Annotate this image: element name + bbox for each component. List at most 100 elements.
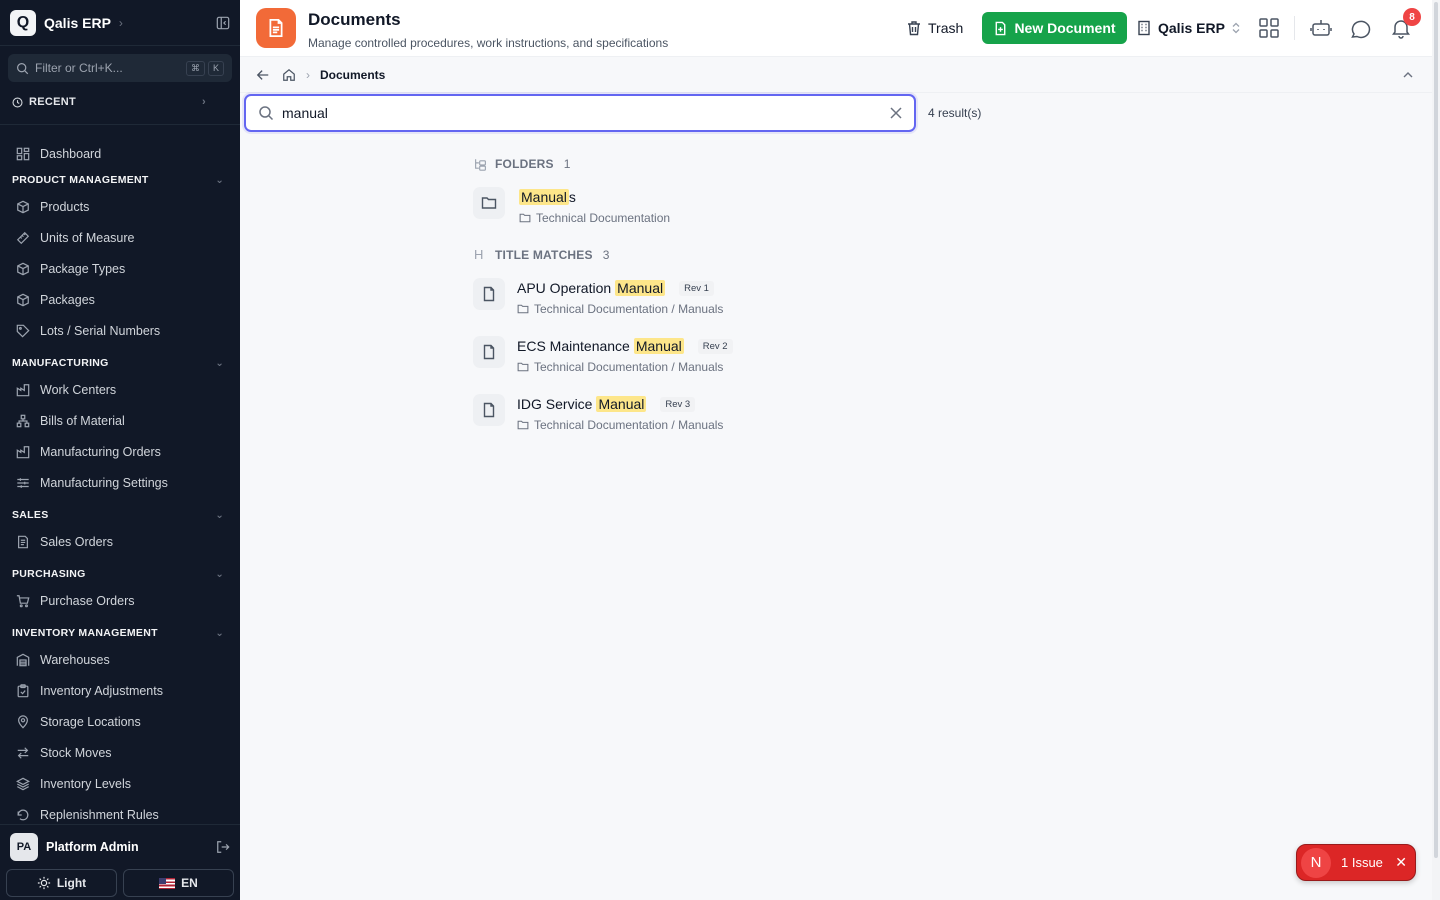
sidebar-item-packages[interactable]: Packages — [0, 284, 240, 315]
close-icon[interactable]: ✕ — [1395, 854, 1407, 871]
folder-icon — [517, 362, 529, 372]
sidebar-item-manufacturing-orders[interactable]: Manufacturing Orders — [0, 436, 240, 467]
trash-button[interactable]: Trash — [906, 16, 963, 40]
title-rest: s — [568, 189, 576, 205]
user-menu[interactable]: PA Platform Admin — [0, 829, 240, 865]
new-document-button[interactable]: New Document — [982, 12, 1127, 44]
clear-icon[interactable] — [890, 107, 902, 119]
sidebar-item-inventory-adjustments[interactable]: Inventory Adjustments — [0, 675, 240, 706]
path-text: Technical Documentation — [536, 211, 671, 225]
notification-badge: 8 — [1403, 8, 1421, 26]
refresh-icon — [17, 809, 29, 820]
section-manufacturing[interactable]: MANUFACTURING ⌄ — [0, 352, 240, 374]
trash-icon — [908, 21, 920, 36]
match-highlight: Manual — [519, 189, 569, 205]
sidebar-item-storage-locations[interactable]: Storage Locations — [0, 706, 240, 737]
document-path: Technical Documentation / Manuals — [517, 418, 723, 432]
chat-icon[interactable] — [1350, 17, 1372, 39]
match-highlight: Manual — [633, 338, 684, 354]
sidebar-item-work-centers[interactable]: Work Centers — [0, 374, 240, 405]
section-title: SALES — [12, 509, 49, 521]
issues-toast[interactable]: N 1 Issue ✕ — [1296, 844, 1416, 881]
section-title: TITLE MATCHES — [495, 247, 593, 262]
result-count: 4 result(s) — [928, 106, 982, 120]
section-sales[interactable]: SALES ⌄ — [0, 504, 240, 526]
revision-badge: Rev 3 — [660, 396, 696, 412]
ruler-icon — [16, 231, 30, 244]
sidebar-item-inventory-levels[interactable]: Inventory Levels — [0, 768, 240, 799]
breadcrumb-current[interactable]: Documents — [320, 68, 385, 82]
kbd-k: K — [207, 60, 224, 76]
filter-placeholder: Filter or Ctrl+K... — [35, 61, 123, 75]
sidebar-item-manufacturing-settings[interactable]: Manufacturing Settings — [0, 467, 240, 498]
sun-icon — [37, 876, 50, 890]
folder-path: Technical Documentation — [519, 211, 670, 225]
section-inventory-management[interactable]: INVENTORY MANAGEMENT ⌄ — [0, 622, 240, 644]
warehouse-icon — [16, 653, 30, 666]
page-scrollbar[interactable] — [1432, 0, 1440, 900]
bot-icon[interactable] — [1310, 17, 1332, 39]
logout-icon[interactable] — [216, 840, 230, 854]
app-name[interactable]: Qalis ERP — [44, 15, 111, 31]
sidebar-item-dashboard[interactable]: Dashboard — [0, 138, 240, 169]
chevron-up-icon[interactable] — [1402, 69, 1414, 81]
cart-icon — [16, 594, 30, 607]
sidebar-item-warehouses[interactable]: Warehouses — [0, 644, 240, 675]
sidebar-item-products[interactable]: Products — [0, 191, 240, 222]
path-text: Technical Documentation / Manuals — [534, 418, 724, 432]
sidebar-collapse-icon[interactable] — [216, 16, 230, 30]
receipt-icon — [18, 535, 28, 548]
issue-label: 1 Issue — [1341, 855, 1383, 870]
sidebar-item-bills-of-material[interactable]: Bills of Material — [0, 405, 240, 436]
building-icon — [1138, 20, 1150, 36]
language-label: EN — [181, 876, 198, 890]
search-input[interactable] — [282, 105, 890, 121]
sidebar-item-sales-orders[interactable]: Sales Orders — [0, 526, 240, 557]
sidebar-item-label: Products — [40, 199, 90, 214]
folders-section-header: FOLDERS 1 — [474, 157, 571, 171]
chevron-down-icon: ⌄ — [215, 627, 224, 639]
dashboard-icon — [16, 147, 30, 160]
scrollbar-thumb[interactable] — [1434, 2, 1438, 858]
file-icon — [473, 278, 505, 310]
theme-toggle-button[interactable]: Light — [6, 869, 117, 897]
sidebar-item-package-types[interactable]: Package Types — [0, 253, 240, 284]
company-switcher[interactable]: Qalis ERP — [1136, 16, 1241, 40]
title-prefix: APU Operation — [517, 280, 612, 296]
section-product-management[interactable]: PRODUCT MANAGEMENT ⌄ — [0, 169, 240, 191]
title-prefix: IDG Service — [517, 396, 593, 412]
revision-badge: Rev 1 — [679, 280, 714, 296]
document-result[interactable]: ECS Maintenance Manual Rev 2 Technical D… — [473, 336, 733, 374]
layers-icon — [16, 777, 30, 790]
map-pin-icon — [18, 714, 28, 729]
sidebar-item-stock-moves[interactable]: Stock Moves — [0, 737, 240, 768]
folder-result[interactable]: Manual s Technical Documentation — [473, 187, 670, 225]
brand-bar: Q Qalis ERP › — [0, 0, 240, 46]
section-count: 1 — [563, 157, 571, 171]
sidebar-item-label: Packages — [40, 292, 95, 307]
document-result[interactable]: APU Operation Manual Rev 1 Technical Doc… — [473, 278, 723, 316]
document-title: IDG Service Manual Rev 3 — [517, 394, 723, 414]
language-button[interactable]: EN — [123, 869, 234, 897]
app-logo[interactable]: Q — [10, 9, 36, 36]
chevron-down-icon: ⌄ — [215, 357, 224, 369]
arrows-left-right-icon — [17, 746, 29, 759]
sidebar-item-purchase-orders[interactable]: Purchase Orders — [0, 585, 240, 616]
document-path: Technical Documentation / Manuals — [517, 302, 723, 316]
sidebar-item-label: Stock Moves — [40, 745, 112, 760]
sidebar-filter-input[interactable]: Filter or Ctrl+K... ⌘ K — [8, 54, 232, 82]
document-title: ECS Maintenance Manual Rev 2 — [517, 336, 733, 356]
header-divider — [1294, 16, 1295, 40]
sidebar-item-lots-serial-numbers[interactable]: Lots / Serial Numbers — [0, 315, 240, 346]
chevron-right-icon[interactable]: › — [119, 16, 123, 30]
recent-toggle[interactable]: RECENT › — [0, 92, 240, 112]
match-highlight: Manual — [615, 280, 666, 296]
section-purchasing[interactable]: PURCHASING ⌄ — [0, 563, 240, 585]
package-icon — [17, 293, 29, 306]
document-result[interactable]: IDG Service Manual Rev 3 Technical Docum… — [473, 394, 723, 432]
apps-grid-icon[interactable] — [1258, 17, 1280, 39]
home-icon[interactable] — [282, 68, 296, 82]
new-document-label: New Document — [1014, 20, 1116, 36]
arrow-left-icon[interactable] — [256, 68, 270, 82]
sidebar-item-units-of-measure[interactable]: Units of Measure — [0, 222, 240, 253]
